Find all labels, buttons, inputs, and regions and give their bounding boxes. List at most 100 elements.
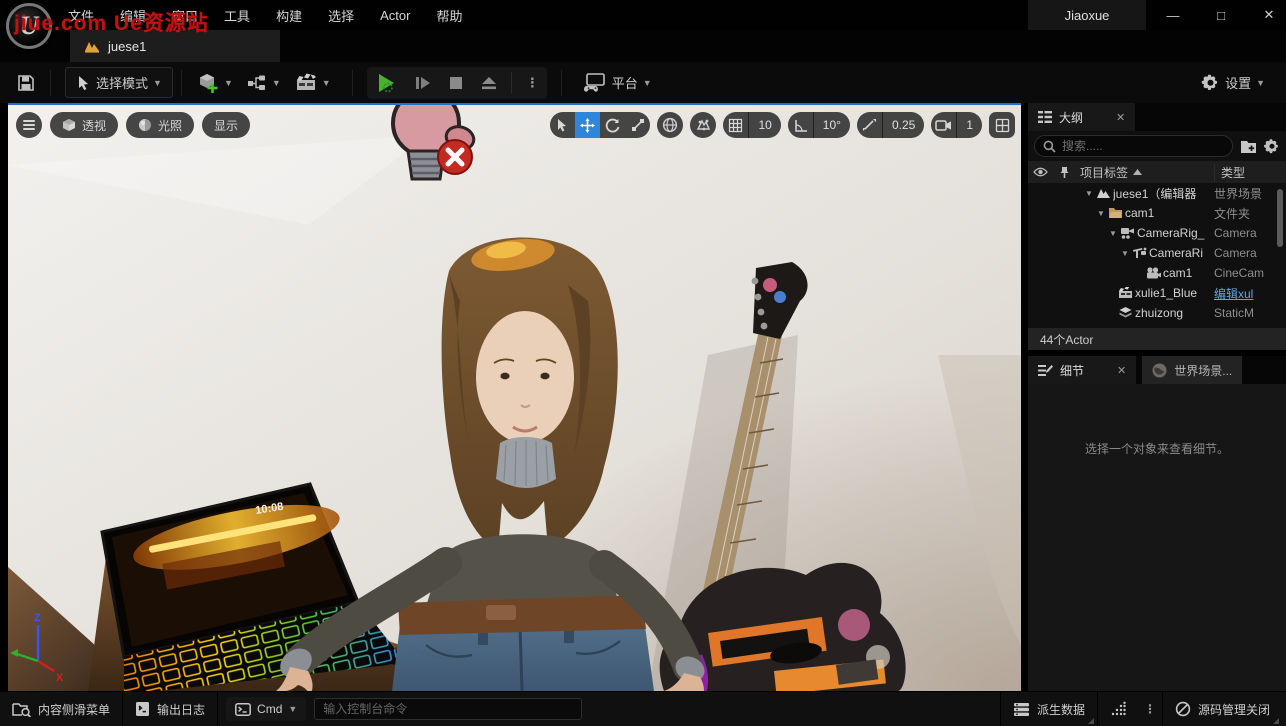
select-mode-dropdown[interactable]: 选择模式 ▼: [65, 67, 173, 98]
move-tool-button[interactable]: [575, 112, 600, 138]
expand-arrow-icon[interactable]: ▼: [1082, 189, 1096, 198]
scale-snap-value[interactable]: 0.25: [882, 112, 924, 138]
svg-text:X: X: [56, 672, 64, 684]
world-local-space-button[interactable]: [657, 112, 683, 138]
type-column-header[interactable]: 类型: [1214, 164, 1286, 181]
outliner-row[interactable]: ▼ cam1 CineCam: [1028, 263, 1286, 283]
play-controls: ⋮: [367, 67, 547, 99]
camera-speed-value[interactable]: 1: [956, 112, 982, 138]
rotation-snap-button[interactable]: [788, 112, 813, 138]
camera-speed-button[interactable]: [931, 112, 956, 138]
menu-item[interactable]: 选择: [328, 6, 354, 25]
surface-snapping-button[interactable]: [690, 112, 716, 138]
expand-arrow-icon[interactable]: ▼: [1094, 209, 1108, 218]
play-button[interactable]: [371, 69, 401, 97]
grid-snap-value[interactable]: 10: [748, 112, 780, 138]
tab-details[interactable]: 细节 ✕: [1028, 356, 1136, 384]
maximize-viewport-button[interactable]: [989, 112, 1015, 138]
perspective-label: 透视: [82, 117, 106, 134]
pin-column-icon[interactable]: [1052, 166, 1076, 179]
tab-world-settings[interactable]: 世界场景...: [1142, 356, 1242, 384]
platform-dropdown[interactable]: 平台 ▼: [576, 68, 659, 98]
menu-item[interactable]: 帮助: [436, 6, 462, 25]
menu-item[interactable]: 文件: [68, 6, 94, 25]
details-close-icon[interactable]: ✕: [1117, 364, 1126, 377]
outliner-row[interactable]: ▼ juese1（编辑器 世界场景: [1028, 183, 1286, 203]
perspective-dropdown[interactable]: 透视: [50, 112, 118, 138]
blueprint-nodes-icon: [247, 74, 267, 92]
tab-level-juese1[interactable]: juese1: [70, 30, 280, 62]
expand-arrow-icon[interactable]: ▼: [1106, 229, 1120, 238]
source-control-button[interactable]: 源码管理关闭: [1163, 692, 1282, 726]
menu-item[interactable]: Actor: [380, 8, 410, 23]
outliner-search-input[interactable]: [1062, 139, 1182, 153]
outliner-row[interactable]: ▼ zhuizong StaticM: [1028, 303, 1286, 323]
details-empty-text: 选择一个对象来查看细节。: [1085, 440, 1229, 457]
create-folder-icon[interactable]: [1240, 139, 1257, 154]
outliner-row[interactable]: ▼ CameraRi Camera: [1028, 243, 1286, 263]
close-button[interactable]: ✕: [1258, 7, 1280, 23]
console-mode-dropdown[interactable]: Cmd ▼: [226, 697, 306, 721]
save-button[interactable]: [10, 69, 42, 97]
grid-snap-button[interactable]: [723, 112, 748, 138]
right-dock: 大纲 ✕ 项目标签 类型: [1028, 103, 1286, 691]
minimize-button[interactable]: —: [1162, 8, 1184, 23]
insights-button[interactable]: [1098, 692, 1138, 726]
lit-mode-dropdown[interactable]: 光照: [126, 112, 194, 138]
play-options-kebab[interactable]: ⋮: [522, 72, 543, 94]
console-input[interactable]: [323, 702, 573, 716]
actor-label: cam1: [1125, 206, 1214, 220]
output-log-button[interactable]: 输出日志: [123, 692, 217, 726]
frame-skip-button[interactable]: [411, 72, 435, 94]
outliner-rows: ▼ juese1（编辑器 世界场景 ▼ cam1 文件夹 ▼ CameraRig…: [1028, 183, 1286, 328]
outliner-row[interactable]: ▼ xulie1_Blue 编辑xul: [1028, 283, 1286, 303]
outliner-search[interactable]: [1034, 135, 1233, 157]
console-input-box[interactable]: [314, 698, 582, 720]
settings-label: 设置: [1225, 73, 1251, 92]
menu-item[interactable]: 编辑: [120, 6, 146, 25]
dot-grid-icon: [1110, 701, 1126, 717]
rotation-snap-value[interactable]: 10°: [813, 112, 850, 138]
derived-data-button[interactable]: 派生数据: [1001, 692, 1097, 726]
outliner-scrollbar[interactable]: [1277, 189, 1283, 247]
actor-label: cam1: [1163, 266, 1214, 280]
expand-arrow-icon[interactable]: ▼: [1118, 249, 1132, 258]
derived-data-icon: [1013, 702, 1030, 717]
eject-button[interactable]: [477, 73, 501, 93]
label-column-header[interactable]: 项目标签: [1076, 164, 1214, 181]
scale-tool-button[interactable]: [625, 112, 650, 138]
outliner-row[interactable]: ▼ CameraRig_ Camera: [1028, 223, 1286, 243]
menu-item[interactable]: 工具: [224, 6, 250, 25]
add-actor-dropdown[interactable]: ▼: [190, 67, 240, 99]
visibility-column-icon[interactable]: [1028, 167, 1052, 177]
menu-item[interactable]: 构建: [276, 6, 302, 25]
maximize-button[interactable]: □: [1210, 8, 1232, 23]
scale-snap-button[interactable]: [857, 112, 882, 138]
tab-outliner[interactable]: 大纲 ✕: [1028, 103, 1135, 131]
cine-camera-icon: [1146, 267, 1163, 279]
viewport-options-button[interactable]: [16, 112, 42, 138]
platforms-icon: [583, 73, 607, 93]
status-bar: 内容侧滑菜单 输出日志 Cmd ▼ 派生数据 ⋮: [0, 691, 1286, 726]
blueprints-dropdown[interactable]: ▼: [240, 69, 288, 97]
globe-icon: [662, 117, 678, 133]
rotate-tool-button[interactable]: [600, 112, 625, 138]
clapperboard-icon: [295, 73, 317, 92]
show-dropdown[interactable]: 显示: [202, 112, 250, 138]
surface-snap-icon: [695, 117, 711, 133]
outliner-settings-icon[interactable]: [1264, 138, 1280, 154]
settings-dropdown[interactable]: 设置 ▼: [1194, 68, 1272, 97]
viewport-scene: 10:08: [8, 105, 1021, 691]
select-tool-button[interactable]: [550, 112, 575, 138]
outliner-close-icon[interactable]: ✕: [1116, 111, 1125, 124]
actor-label: xulie1_Blue: [1135, 286, 1214, 300]
outliner-row[interactable]: ▼ cam1 文件夹: [1028, 203, 1286, 223]
stop-button[interactable]: [445, 73, 467, 93]
menu-bar: 文件 编辑 窗口 工具 构建 选择 Actor 帮助: [68, 0, 462, 30]
statusbar-kebab[interactable]: ⋮: [1138, 692, 1162, 726]
menu-item[interactable]: 窗口: [172, 6, 198, 25]
cinematics-dropdown[interactable]: ▼: [288, 68, 338, 97]
content-drawer-button[interactable]: 内容侧滑菜单: [0, 692, 122, 726]
add-cube-icon: [197, 72, 219, 94]
level-viewport[interactable]: 10:08: [8, 103, 1021, 691]
